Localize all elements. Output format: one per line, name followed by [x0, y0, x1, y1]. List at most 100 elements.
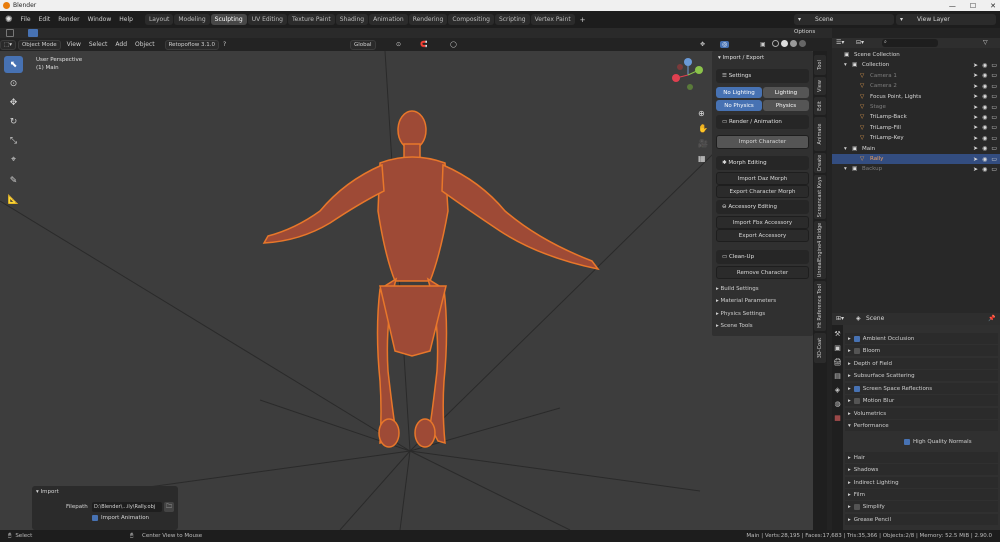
select-arrow-icon[interactable]: ➤: [973, 124, 978, 131]
z-axis-icon[interactable]: [684, 58, 692, 66]
scene-tools-section[interactable]: ▸ Scene Tools: [716, 321, 753, 331]
workspace-tab-layout[interactable]: Layout: [144, 14, 174, 25]
accessory-editing-section[interactable]: ⊖ Accessory Editing: [716, 200, 809, 214]
shading-wireframe-icon[interactable]: [772, 40, 779, 47]
tool-props-icon[interactable]: ⚒: [832, 327, 843, 341]
physics-settings-section[interactable]: ▸ Physics Settings: [716, 309, 765, 319]
render-setting-row[interactable]: ▸ Shadows: [845, 464, 998, 475]
pan-icon[interactable]: ✋: [698, 121, 708, 136]
eye-icon[interactable]: ◉: [982, 145, 987, 152]
filter-icon[interactable]: ▽: [983, 39, 988, 46]
outliner-row[interactable]: ▽ Camera 1 ➤ ◉ ▭: [832, 71, 1000, 81]
workspace-tab-uv-editing[interactable]: UV Editing: [247, 14, 287, 25]
sidebar-tab-view[interactable]: View: [814, 77, 826, 95]
folder-icon[interactable]: 🗀: [164, 502, 174, 512]
eye-icon[interactable]: ◉: [982, 62, 987, 69]
render-setting-row[interactable]: ▸ Grease Pencil: [845, 514, 998, 525]
morph-editing-section[interactable]: ✱ Morph Editing: [716, 156, 809, 170]
select-arrow-icon[interactable]: ➤: [973, 156, 978, 163]
character-model[interactable]: [262, 110, 600, 448]
render-props-icon[interactable]: ▣: [832, 341, 843, 355]
shading-solid-icon[interactable]: [781, 40, 788, 47]
render-setting-row[interactable]: ▸ Volumetrics: [845, 408, 998, 419]
options-dropdown[interactable]: Options: [790, 28, 820, 36]
camera-icon[interactable]: ▭: [991, 104, 997, 111]
transform-tool-icon[interactable]: ⌖: [4, 151, 23, 168]
outliner-row[interactable]: ▾ ▣ Main ➤ ◉ ▭: [832, 144, 1000, 154]
maximize-button[interactable]: ☐: [970, 2, 976, 10]
move-tool-icon[interactable]: ✥: [4, 94, 23, 111]
xray-toggle-icon[interactable]: ▣: [760, 41, 766, 48]
workspace-tab-scripting[interactable]: Scripting: [494, 14, 530, 25]
navigation-gizmo[interactable]: [672, 58, 703, 90]
render-setting-row[interactable]: ▸ Motion Blur: [845, 395, 998, 406]
workspace-tab-shading[interactable]: Shading: [335, 14, 369, 25]
render-animation-section[interactable]: ▭ Render / Animation: [716, 115, 809, 129]
render-setting-row[interactable]: ▸ Screen Space Reflections: [845, 383, 998, 394]
3d-viewport[interactable]: User Perspective (1) Main ⊕ ✋ 🎥 ▦: [0, 51, 813, 530]
viewport-menu-select[interactable]: Select: [85, 41, 112, 48]
select-arrow-icon[interactable]: ➤: [973, 72, 978, 79]
overlay-toggle-icon[interactable]: ◎: [720, 41, 730, 48]
outliner-row[interactable]: ▽ Camera 2 ➤ ◉ ▭: [832, 81, 1000, 91]
outliner-search-input[interactable]: ⌕: [882, 39, 938, 47]
menu-help[interactable]: Help: [115, 16, 137, 23]
expand-arrow-icon[interactable]: ▸: [848, 373, 851, 379]
outliner-row[interactable]: ▽ TriLamp-Back ➤ ◉ ▭: [832, 112, 1000, 122]
camera-icon[interactable]: ▭: [991, 124, 997, 131]
outliner-row[interactable]: ▽ TriLamp-Fill ➤ ◉ ▭: [832, 123, 1000, 133]
camera-icon[interactable]: ▭: [991, 166, 997, 173]
import-animation-checkbox[interactable]: Import Animation: [92, 515, 149, 521]
menu-window[interactable]: Window: [84, 16, 116, 23]
select-arrow-icon[interactable]: ➤: [973, 104, 978, 111]
camera-icon[interactable]: ▭: [991, 62, 997, 69]
camera-icon[interactable]: ▭: [991, 145, 997, 152]
render-setting-row[interactable]: ▸ Simplify: [845, 501, 998, 512]
outliner-row[interactable]: ▽ Stage ➤ ◉ ▭: [832, 102, 1000, 112]
eye-icon[interactable]: ◉: [982, 124, 987, 131]
eye-icon[interactable]: ◉: [982, 166, 987, 173]
expand-arrow-icon[interactable]: ▸: [848, 455, 851, 461]
expand-arrow-icon[interactable]: ▸: [848, 386, 851, 392]
render-setting-row[interactable]: ▸ Ambient Occlusion: [845, 333, 998, 344]
sidebar-tab-ht-reference-tool[interactable]: Ht Reference Tool: [814, 281, 826, 331]
workspace-tab-rendering[interactable]: Rendering: [408, 14, 448, 25]
outliner-row[interactable]: ▾ ▣ Collection ➤ ◉ ▭: [832, 60, 1000, 70]
outliner-row[interactable]: ▾ ▣ Backup ➤ ◉ ▭: [832, 164, 1000, 174]
retopoflow-button[interactable]: Retopoflow 3.1.0: [164, 39, 219, 50]
expand-arrow-icon[interactable]: ▸: [848, 504, 851, 510]
camera-icon[interactable]: ▭: [991, 114, 997, 121]
add-workspace-button[interactable]: +: [576, 16, 590, 24]
shading-rendered-icon[interactable]: [799, 40, 806, 47]
material-parameters-section[interactable]: ▸ Material Parameters: [716, 296, 776, 306]
build-settings-section[interactable]: ▸ Build Settings: [716, 284, 759, 294]
camera-icon[interactable]: ▭: [991, 156, 997, 163]
transform-orientation[interactable]: Global: [350, 39, 376, 50]
select-mode-set-icon[interactable]: [28, 29, 38, 37]
annotate-tool-icon[interactable]: ✎: [4, 172, 23, 189]
expand-arrow-icon[interactable]: ▸: [848, 492, 851, 498]
select-arrow-icon[interactable]: ➤: [973, 145, 978, 152]
camera-icon[interactable]: ▭: [991, 135, 997, 142]
select-arrow-icon[interactable]: ➤: [973, 166, 978, 173]
camera-icon[interactable]: ▭: [991, 72, 997, 79]
select-box-icon[interactable]: [6, 29, 14, 37]
expand-arrow-icon[interactable]: ▾: [844, 146, 847, 152]
view-layer-selector[interactable]: ▾ View Layer: [896, 14, 996, 25]
workspace-tab-texture-paint[interactable]: Texture Paint: [288, 14, 335, 25]
sidebar-tab-unrealengine4-bridge[interactable]: UnrealEngine4 Bridge: [814, 221, 826, 279]
minimize-button[interactable]: —: [949, 2, 956, 10]
pin-icon[interactable]: 📌: [988, 315, 995, 322]
sidebar-tab-animate[interactable]: Animate: [814, 117, 826, 151]
eye-icon[interactable]: ◉: [982, 104, 987, 111]
workspace-tab-compositing[interactable]: Compositing: [448, 14, 494, 25]
select-tool-icon[interactable]: ⬉: [4, 56, 23, 73]
checkbox-icon[interactable]: [853, 397, 860, 404]
measure-tool-icon[interactable]: 📐: [4, 191, 23, 208]
camera-icon[interactable]: ▭: [991, 83, 997, 90]
render-setting-row[interactable]: ▸ Film: [845, 489, 998, 500]
import-character-button[interactable]: Import Character: [716, 135, 809, 149]
physics-toggle[interactable]: Physics: [763, 100, 809, 111]
cleanup-section[interactable]: ▭ Clean-Up: [716, 250, 809, 264]
sidebar-tab-edit[interactable]: Edit: [814, 97, 826, 115]
